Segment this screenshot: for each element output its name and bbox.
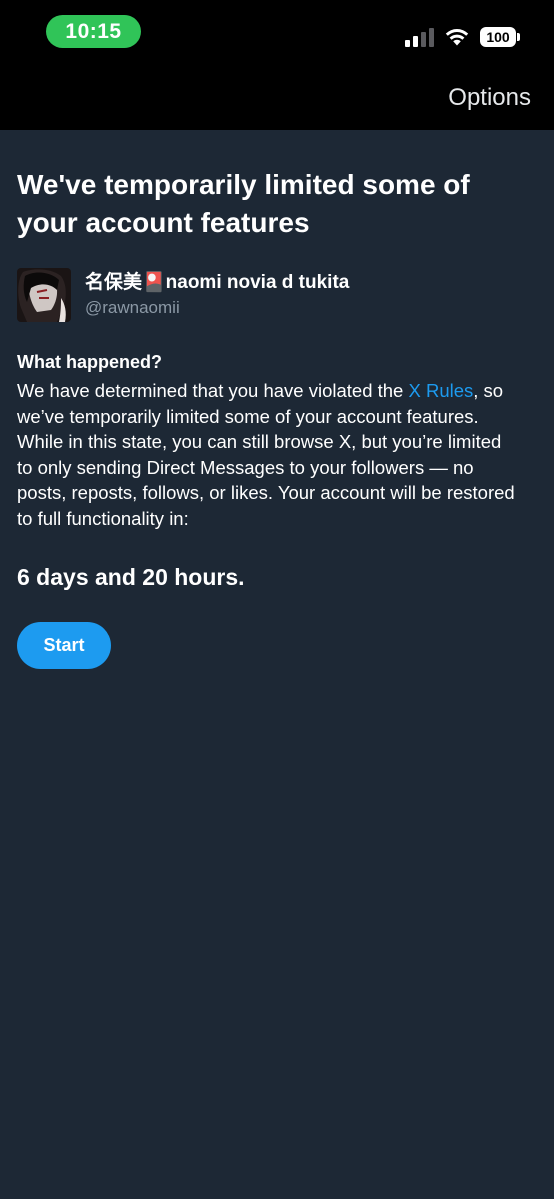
start-button[interactable]: Start [17,621,111,669]
status-time[interactable]: 10:15 [46,15,141,48]
explanation-text: We have determined that you have violate… [17,378,517,532]
section-heading: What happened? [17,352,162,372]
battery-icon: 100 [480,27,516,47]
account-summary: 名保美🎴naomi novia d tukita @rawnaomii [17,268,517,322]
x-rules-link[interactable]: X Rules [409,380,474,401]
avatar [17,268,71,322]
explanation-text-end: , so we’ve temporarily limited some of y… [17,380,515,529]
status-icons: 100 [405,24,520,50]
page-title: We've temporarily limited some of your a… [17,169,470,238]
display-name: 名保美🎴naomi novia d tukita [85,271,350,293]
explanation-text-start: We have determined that you have violate… [17,380,409,401]
battery-tip [517,33,520,41]
user-handle: @rawnaomii [85,297,180,317]
options-button[interactable]: Options [448,84,531,112]
restriction-notice: We've temporarily limited some of your a… [17,166,517,669]
status-and-nav-bar: 10:15 100 Options [0,0,554,130]
restriction-countdown: 6 days and 20 hours. [17,563,245,590]
wifi-icon [445,29,469,46]
cellular-signal-icon [405,27,434,47]
